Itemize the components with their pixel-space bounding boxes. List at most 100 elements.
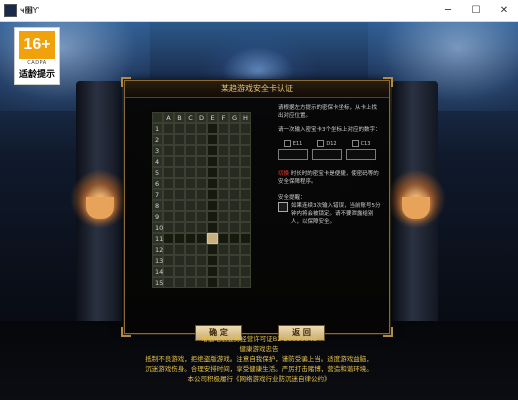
row-header: 8: [152, 200, 163, 211]
grid-cell: [196, 145, 207, 156]
grid-cell: [240, 277, 251, 288]
grid-cell: [218, 134, 229, 145]
row-header: 5: [152, 167, 163, 178]
grid-cell: [196, 134, 207, 145]
card-note: 切换 时长时的密宝卡是便捷，使密码等的安全保障程序。: [278, 170, 382, 186]
row-header: 6: [152, 178, 163, 189]
warning-block: 安全提醒： 如果连续3次输入错误，当前账号5分钟内将会被锁定。请不要泄露给别人，…: [278, 194, 382, 226]
grid-cell: [185, 200, 196, 211]
grid-cell: [218, 266, 229, 277]
minimize-button[interactable]: ─: [434, 0, 462, 21]
column-header: C: [185, 112, 196, 123]
grid-cell: [163, 233, 174, 244]
grid-cell: [218, 178, 229, 189]
grid-cell: [207, 211, 218, 222]
coord-label: D12: [312, 140, 342, 148]
grid-cell: [229, 145, 240, 156]
column-header: H: [240, 112, 251, 123]
grid-cell: [196, 211, 207, 222]
row-header: 14: [152, 266, 163, 277]
grid-cell: [218, 200, 229, 211]
grid-cell: [240, 145, 251, 156]
grid-cell: [229, 277, 240, 288]
column-header: F: [218, 112, 229, 123]
coord-label: E11: [278, 140, 308, 148]
row-header: 11: [152, 233, 163, 244]
coord-label: C13: [346, 140, 376, 148]
grid-cell: [174, 156, 185, 167]
grid-cell: [185, 145, 196, 156]
row-header: 13: [152, 255, 163, 266]
grid-cell: [207, 200, 218, 211]
grid-cell: [163, 156, 174, 167]
health-title: 健康游戏忠告: [239, 345, 279, 353]
grid-cell: [174, 222, 185, 233]
dialog-title: 某趋游戏安全卡认证: [125, 81, 389, 98]
grid-cell: [163, 167, 174, 178]
grid-cell: [174, 244, 185, 255]
grid-cell: [218, 145, 229, 156]
grid-cell: [163, 211, 174, 222]
grid-cell: [207, 156, 218, 167]
grid-cell: [240, 123, 251, 134]
grid-cell: [240, 167, 251, 178]
grid-cell: [229, 134, 240, 145]
grid-cell: [163, 189, 174, 200]
grid-cell: [218, 244, 229, 255]
column-header: B: [174, 112, 185, 123]
grid-cell: [163, 145, 174, 156]
footer-notice: 增值电信业务经营许可证B2-20090048 健康游戏忠告 抵制不良游戏，拒绝盗…: [0, 334, 518, 384]
column-header: E: [207, 112, 218, 123]
grid-cell: [185, 233, 196, 244]
app-icon: [4, 4, 17, 17]
switch-link[interactable]: 切换: [278, 171, 289, 177]
grid-cell: [229, 156, 240, 167]
grid-cell: [185, 211, 196, 222]
grid-cell: [174, 134, 185, 145]
grid-cell: [240, 200, 251, 211]
card-note-text: 时长时的密宝卡是便捷，使密码等的安全保障程序。: [278, 171, 379, 185]
grid-cell: [174, 189, 185, 200]
grid-cell: [196, 244, 207, 255]
coord-input-2[interactable]: [312, 149, 342, 160]
row-header: 2: [152, 134, 163, 145]
grid-cell: [207, 167, 218, 178]
grid-cell: [196, 189, 207, 200]
row-header: 15: [152, 277, 163, 288]
grid-cell: [207, 255, 218, 266]
coordinate-inputs: E11 D12 C13: [278, 140, 382, 160]
grid-cell: [174, 200, 185, 211]
grid-cell: [229, 178, 240, 189]
input-prompt: 请一次输入密宝卡3个坐标上对应的数字：: [278, 127, 381, 133]
grid-cell: [240, 266, 251, 277]
grid-corner-cell: [152, 112, 163, 123]
row-header: 10: [152, 222, 163, 233]
grid-cell: [207, 123, 218, 134]
coord-input-3[interactable]: [346, 149, 376, 160]
grid-cell: [207, 222, 218, 233]
grid-cell: [196, 255, 207, 266]
grid-cell: [185, 156, 196, 167]
grid-cell: [174, 255, 185, 266]
sky-right: [368, 21, 518, 111]
column-header: D: [196, 112, 207, 123]
grid-cell: [218, 233, 229, 244]
grid-cell: [185, 189, 196, 200]
grid-cell: [229, 222, 240, 233]
grid-cell: [174, 145, 185, 156]
game-background: 16+ CADPA 适龄提示 某趋游戏安全卡认证 ABCDEFGH1234567…: [0, 21, 518, 400]
grid-cell: [196, 167, 207, 178]
grid-cell: [174, 178, 185, 189]
grid-cell: [229, 266, 240, 277]
security-card-grid: A B C D E F G H 1 2 3 4 5 6 7 8 9 10 11 12 13 14 15: [152, 112, 251, 288]
grid-cell: [163, 134, 174, 145]
coord-input-1[interactable]: [278, 149, 308, 160]
grid-cell: [185, 255, 196, 266]
maximize-button[interactable]: ☐: [462, 0, 490, 21]
grid-cell: [163, 277, 174, 288]
row-header: 12: [152, 244, 163, 255]
grid-cell: [174, 233, 185, 244]
warning-text: 如果连续3次输入错误，当前账号5分钟内将会被锁定。请不要泄露给别人，以保障安全。: [291, 203, 381, 225]
grid-cell: [229, 255, 240, 266]
close-button[interactable]: ✕: [490, 0, 518, 21]
